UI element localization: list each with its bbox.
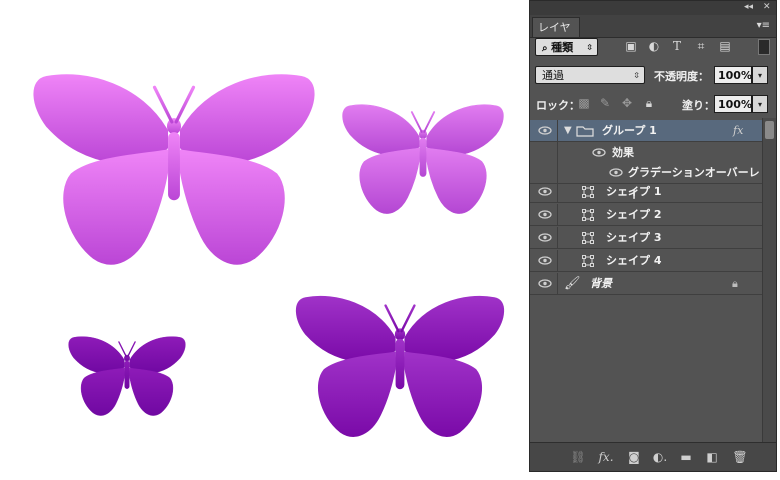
fill-input[interactable]: 100% <box>714 95 752 113</box>
layer-name: シェイプ 2 <box>606 208 662 221</box>
filter-toggle-switch[interactable] <box>758 39 770 55</box>
butterfly-shape-3 <box>67 335 187 417</box>
collapse-icon[interactable]: ◂◂ <box>744 2 753 12</box>
layer-row-shape-4[interactable]: シェイプ 4 <box>530 250 762 272</box>
layer-row-shape-3[interactable]: シェイプ 3 <box>530 227 762 249</box>
tab-layers[interactable]: レイヤー <box>532 17 580 54</box>
fill-label: 塗り： <box>682 99 715 112</box>
opacity-label: 不透明度： <box>654 70 709 83</box>
scrollbar-thumb[interactable] <box>765 121 774 139</box>
blend-mode-value: 通過 <box>542 69 564 82</box>
layer-row-group-1[interactable]: ▼ グループ 1 fx <box>530 120 762 142</box>
effects-label: 効果 <box>612 146 634 159</box>
fill-dropdown-button[interactable]: ▾ <box>752 95 768 113</box>
brush-icon: 🖌︎ <box>564 276 581 291</box>
add-style-icon[interactable]: fx. <box>598 449 614 465</box>
eye-icon <box>538 187 552 196</box>
layer-name: 背景 <box>590 277 612 290</box>
layers-list: ▼ グループ 1 fx 効果 グラデーションオーバーレイ シェイプ 1 シェイプ… <box>530 118 762 444</box>
layer-row-effects[interactable]: 効果 <box>530 142 762 164</box>
visibility-column <box>530 142 558 164</box>
shape-layer-icon <box>582 186 594 198</box>
search-icon: ⌕ <box>542 43 552 54</box>
visibility-toggle[interactable] <box>530 227 558 248</box>
new-adjustment-icon[interactable]: ◐. <box>652 449 668 465</box>
filter-type-icon[interactable]: T <box>670 39 684 53</box>
trash-icon[interactable]: 🗑︎ <box>732 449 748 465</box>
shape-layer-icon <box>582 209 594 221</box>
add-mask-icon[interactable]: ◙ <box>626 449 642 465</box>
link-layers-icon[interactable]: ⛓︎ <box>570 449 586 465</box>
eye-icon[interactable] <box>609 167 623 178</box>
shape-layer-icon <box>582 232 594 244</box>
lock-icon: 🔒︎ <box>732 277 738 290</box>
fx-icon[interactable]: fx <box>733 124 743 137</box>
blend-mode-select[interactable]: 通過 ⇳ <box>535 66 645 84</box>
lock-move-icon[interactable]: ✥ <box>620 96 634 110</box>
eye-icon <box>538 210 552 219</box>
filter-adjustment-icon[interactable]: ◐ <box>647 39 661 53</box>
updown-arrow-icon: ⇳ <box>586 43 593 52</box>
layer-row-shape-2[interactable]: シェイプ 2 <box>530 204 762 226</box>
layer-row-shape-1[interactable]: シェイプ 1 <box>530 181 762 203</box>
panel-menu-icon[interactable]: ▾≡ <box>757 20 770 31</box>
filter-kind-select[interactable]: ⌕ 種類 ⇳ <box>535 38 598 56</box>
visibility-column <box>530 162 558 183</box>
panel-titlebar: ◂◂ ✕ <box>530 1 776 15</box>
document-canvas[interactable] <box>0 0 520 480</box>
disclosure-triangle-icon[interactable]: ▼ <box>564 125 572 136</box>
filter-pixel-icon[interactable]: ▣ <box>624 39 638 53</box>
lock-all-icon[interactable]: 🔒︎ <box>642 96 656 110</box>
shape-layer-icon <box>582 255 594 267</box>
visibility-toggle[interactable] <box>530 204 558 225</box>
close-icon[interactable]: ✕ <box>763 2 771 12</box>
layer-name: シェイプ 4 <box>606 254 662 267</box>
butterfly-shape-4 <box>295 295 505 438</box>
butterfly-shape-1 <box>32 73 316 266</box>
visibility-toggle[interactable] <box>530 181 558 202</box>
layer-row-background[interactable]: 🖌︎ 背景 🔒︎ <box>530 273 762 295</box>
updown-arrow-icon: ⇳ <box>633 71 640 80</box>
visibility-toggle[interactable] <box>530 120 558 141</box>
filter-kind-label: 種類 <box>551 41 574 54</box>
butterfly-shape-2 <box>341 103 505 215</box>
layers-bottom-bar: ⛓︎ fx. ◙ ◐. ▬ ◧ 🗑︎ <box>530 442 776 471</box>
eye-icon <box>538 126 552 135</box>
lock-label: ロック： <box>536 99 580 112</box>
layers-scrollbar[interactable] <box>762 118 776 444</box>
eye-icon <box>538 256 552 265</box>
filter-shape-icon[interactable]: ⌗ <box>694 39 708 53</box>
layers-panel: ◂◂ ✕ レイヤー ▾≡ ⌕ 種類 ⇳ ▣ ◐ T ⌗ ▤ 通過 ⇳ 不透明度：… <box>529 0 777 472</box>
eye-icon <box>538 233 552 242</box>
eye-icon <box>538 279 552 288</box>
opacity-input[interactable]: 100% <box>714 66 752 84</box>
new-group-icon[interactable]: ▬ <box>678 449 694 465</box>
visibility-toggle[interactable] <box>530 250 558 271</box>
lock-transparent-icon[interactable]: ▩ <box>577 96 591 110</box>
new-layer-icon[interactable]: ◧ <box>704 449 720 465</box>
layer-name: グループ 1 <box>602 124 657 137</box>
opacity-dropdown-button[interactable]: ▾ <box>752 66 768 84</box>
filter-smartobject-icon[interactable]: ▤ <box>718 39 732 53</box>
layer-name: シェイプ 1 <box>606 185 662 198</box>
layer-name: シェイプ 3 <box>606 231 662 244</box>
panel-tab-row: レイヤー ▾≡ <box>530 15 776 54</box>
lock-brush-icon[interactable]: ✎ <box>598 96 612 110</box>
eye-icon[interactable] <box>592 147 606 158</box>
visibility-toggle[interactable] <box>530 273 558 294</box>
folder-icon <box>576 126 594 137</box>
